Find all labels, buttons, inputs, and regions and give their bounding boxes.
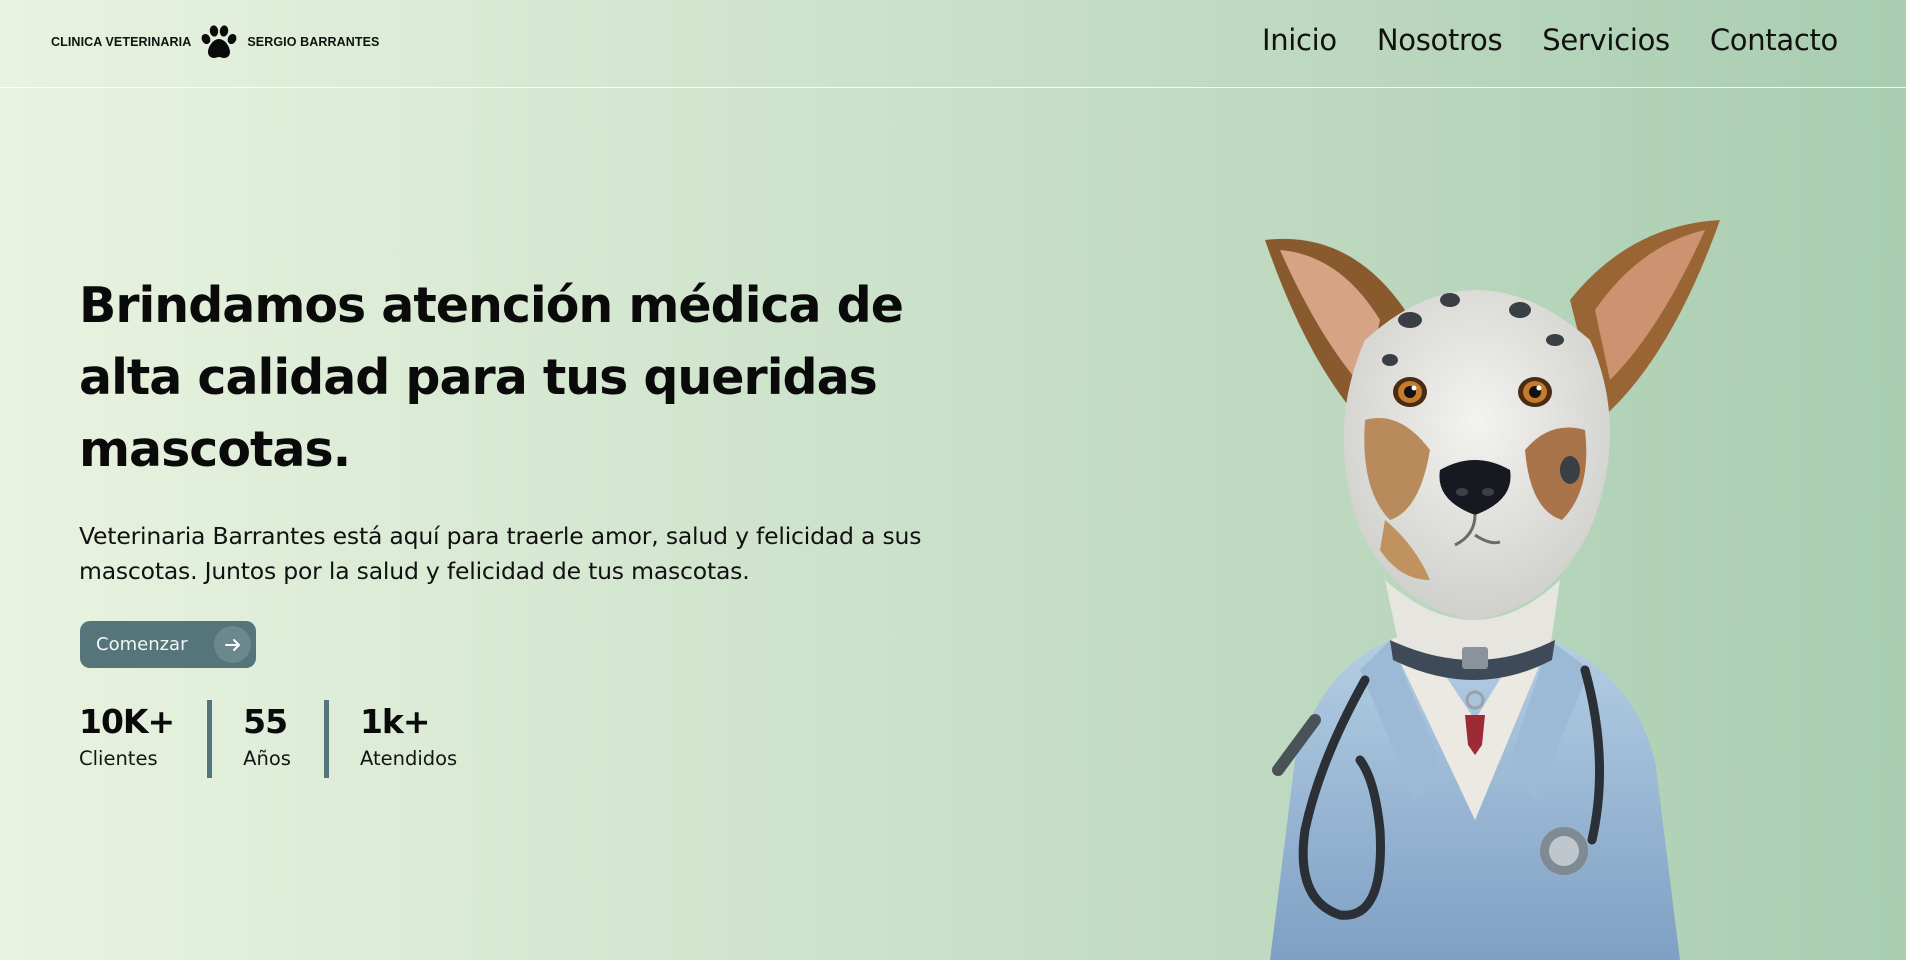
nav-link-contacto[interactable]: Contacto [1710,20,1838,60]
stat-value: 1k+ [359,702,431,741]
hero-title-line: Brindamos atención médica de [79,277,904,334]
arrow-right-icon [214,626,251,663]
stat-anos: 55 Años [207,700,324,778]
logo-text-right: SERGIO BARRANTES [247,35,380,49]
start-button[interactable]: Comenzar [80,621,256,668]
nav-link-servicios[interactable]: Servicios [1542,20,1670,60]
paw-icon [201,25,237,58]
dog-doctor-illustration [1265,220,1720,960]
nav-link-inicio[interactable]: Inicio [1262,20,1337,60]
nav-link-nosotros[interactable]: Nosotros [1377,20,1503,60]
start-button-label: Comenzar [96,634,188,655]
hero-description-line: mascotas. Juntos por la salud y felicida… [79,557,750,585]
hero-description-line: Veterinaria Barrantes está aquí para tra… [79,522,922,550]
stat-label: Clientes [79,747,158,770]
stat-value: 55 [243,702,288,741]
stats-row: 10K+ Clientes 55 Años 1k+ Atendidos [79,700,490,778]
hero-title-line: mascotas. [79,421,351,478]
hero-title-line: alta calidad para tus queridas [79,349,878,406]
stat-label: Años [243,747,291,770]
logo-text-left: CLINICA VETERINARIA [51,35,192,49]
site-header: CLINICA VETERINARIA SERGIO BARRANTES Ini… [0,0,1906,88]
main-nav: Inicio Nosotros Servicios Contacto [1262,20,1838,60]
hero-description: Veterinaria Barrantes está aquí para tra… [79,519,979,589]
stat-atendidos: 1k+ Atendidos [323,700,490,778]
stat-clientes: 10K+ Clientes [79,700,207,778]
stat-value: 10K+ [79,702,175,741]
hero-title: Brindamos atención médica de alta calida… [79,270,939,486]
site-logo[interactable]: CLINICA VETERINARIA SERGIO BARRANTES [51,24,380,60]
stat-label: Atendidos [359,747,458,770]
